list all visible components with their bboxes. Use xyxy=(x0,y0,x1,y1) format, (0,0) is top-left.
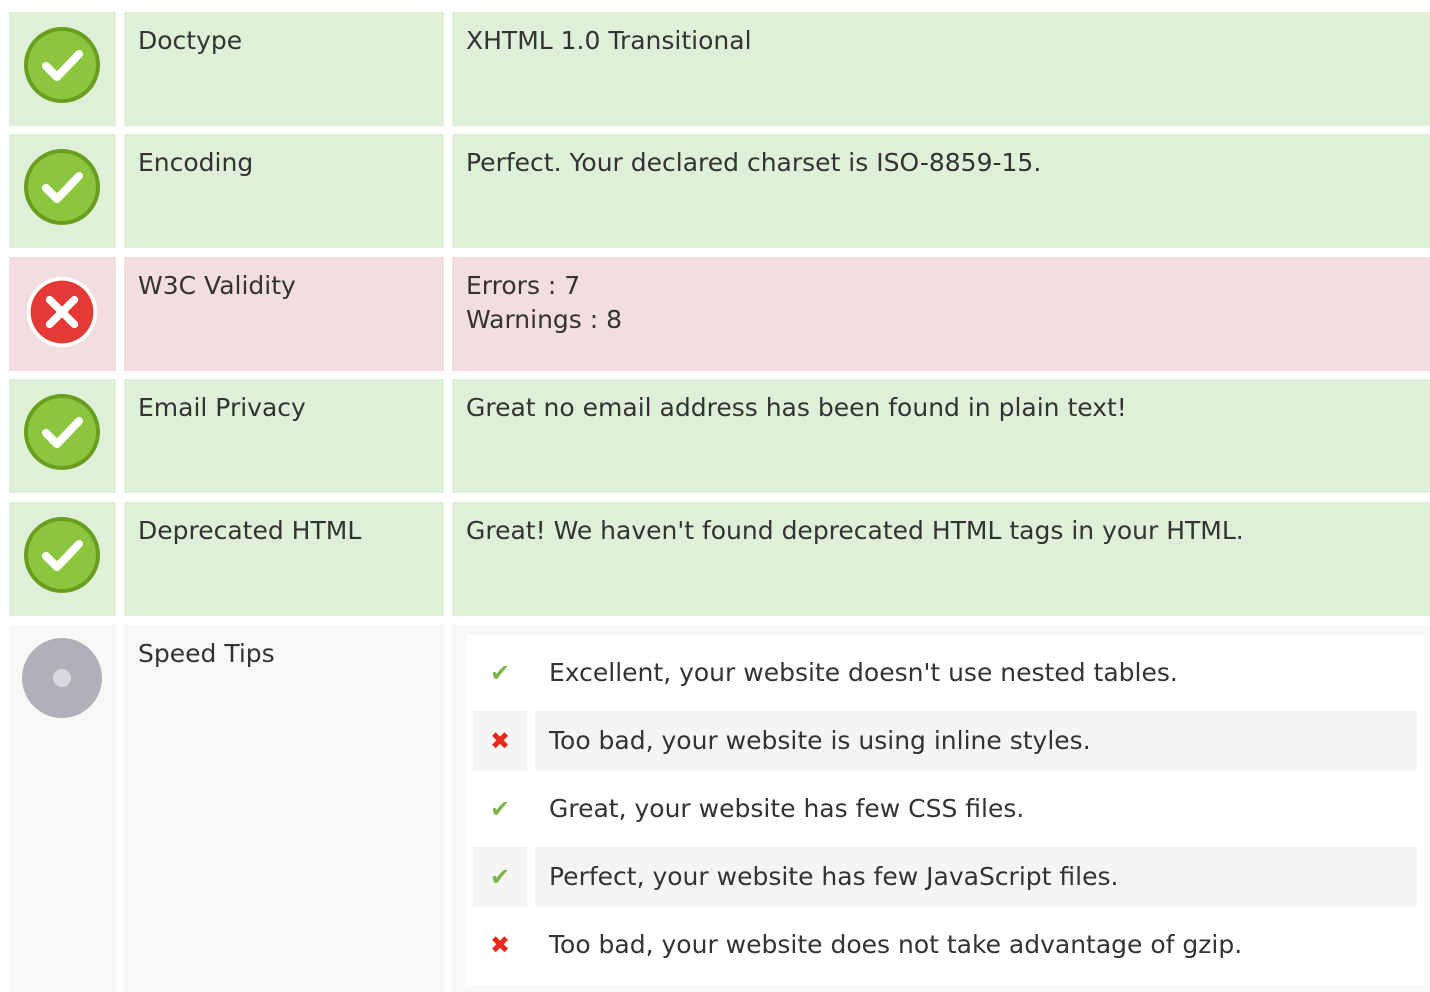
row-value: XHTML 1.0 Transitional xyxy=(452,12,1430,126)
row-deprecated-html: Deprecated HTML Great! We haven't found … xyxy=(0,502,1430,616)
row-label: Encoding xyxy=(124,134,444,248)
value-line: Perfect. Your declared charset is ISO-88… xyxy=(466,148,1042,177)
tip-text: Excellent, your website doesn't use nest… xyxy=(549,658,1178,687)
status-cell xyxy=(9,134,116,248)
row-value: Great! We haven't found deprecated HTML … xyxy=(452,502,1430,616)
list-item: ✖ Too bad, your website is using inline … xyxy=(473,711,1417,771)
value-line: XHTML 1.0 Transitional xyxy=(466,26,752,55)
tip-text: Perfect, your website has few JavaScript… xyxy=(535,847,1417,907)
tip-text: Great, your website has few CSS files. xyxy=(549,794,1025,823)
row-speed-tips: Speed Tips ✔ Excellent, your website doe… xyxy=(0,625,1430,992)
check-circle-icon xyxy=(21,514,103,596)
speed-tips-cell: ✔ Excellent, your website doesn't use ne… xyxy=(452,625,1430,992)
row-value: Perfect. Your declared charset is ISO-88… xyxy=(452,134,1430,248)
row-label: Doctype xyxy=(124,12,444,126)
row-label: Deprecated HTML xyxy=(124,502,444,616)
list-item: ✖ Too bad, your website does not take ad… xyxy=(473,915,1417,975)
row-email-privacy: Email Privacy Great no email address has… xyxy=(0,379,1430,493)
status-cell xyxy=(9,502,116,616)
check-circle-icon xyxy=(21,24,103,106)
row-value: Errors : 7 Warnings : 8 xyxy=(452,257,1430,371)
checkmark-icon: ✔ xyxy=(489,659,511,687)
status-cell xyxy=(9,257,116,371)
check-circle-icon xyxy=(21,146,103,228)
row-encoding: Encoding Perfect. Your declared charset … xyxy=(0,134,1430,248)
checkmark-icon: ✔ xyxy=(489,795,511,823)
row-label: Speed Tips xyxy=(124,625,444,992)
speed-tips-list: ✔ Excellent, your website doesn't use ne… xyxy=(466,635,1424,985)
check-circle-icon xyxy=(21,391,103,473)
value-line: Great! We haven't found deprecated HTML … xyxy=(466,516,1244,545)
warnings-count: Warnings : 8 xyxy=(466,305,623,334)
status-cell xyxy=(9,625,116,992)
tip-text: Too bad, your website does not take adva… xyxy=(549,930,1243,959)
row-doctype: Doctype XHTML 1.0 Transitional xyxy=(0,12,1430,126)
value-line: Great no email address has been found in… xyxy=(466,393,1127,422)
errors-count: Errors : 7 xyxy=(466,271,581,300)
row-label: Email Privacy xyxy=(124,379,444,493)
list-item: ✔ Great, your website has few CSS files. xyxy=(473,779,1417,839)
error-circle-icon xyxy=(23,273,101,351)
status-cell xyxy=(9,379,116,493)
row-w3c-validity: W3C Validity Errors : 7 Warnings : 8 xyxy=(0,257,1430,371)
row-label: W3C Validity xyxy=(124,257,444,371)
neutral-circle-icon xyxy=(21,637,103,719)
cross-icon: ✖ xyxy=(489,931,511,959)
list-item: ✔ Perfect, your website has few JavaScri… xyxy=(473,847,1417,907)
cross-icon: ✖ xyxy=(473,711,527,771)
row-value: Great no email address has been found in… xyxy=(452,379,1430,493)
status-cell xyxy=(9,12,116,126)
tip-text: Too bad, your website is using inline st… xyxy=(535,711,1417,771)
list-item: ✔ Excellent, your website doesn't use ne… xyxy=(473,643,1417,703)
checkmark-icon: ✔ xyxy=(473,847,527,907)
